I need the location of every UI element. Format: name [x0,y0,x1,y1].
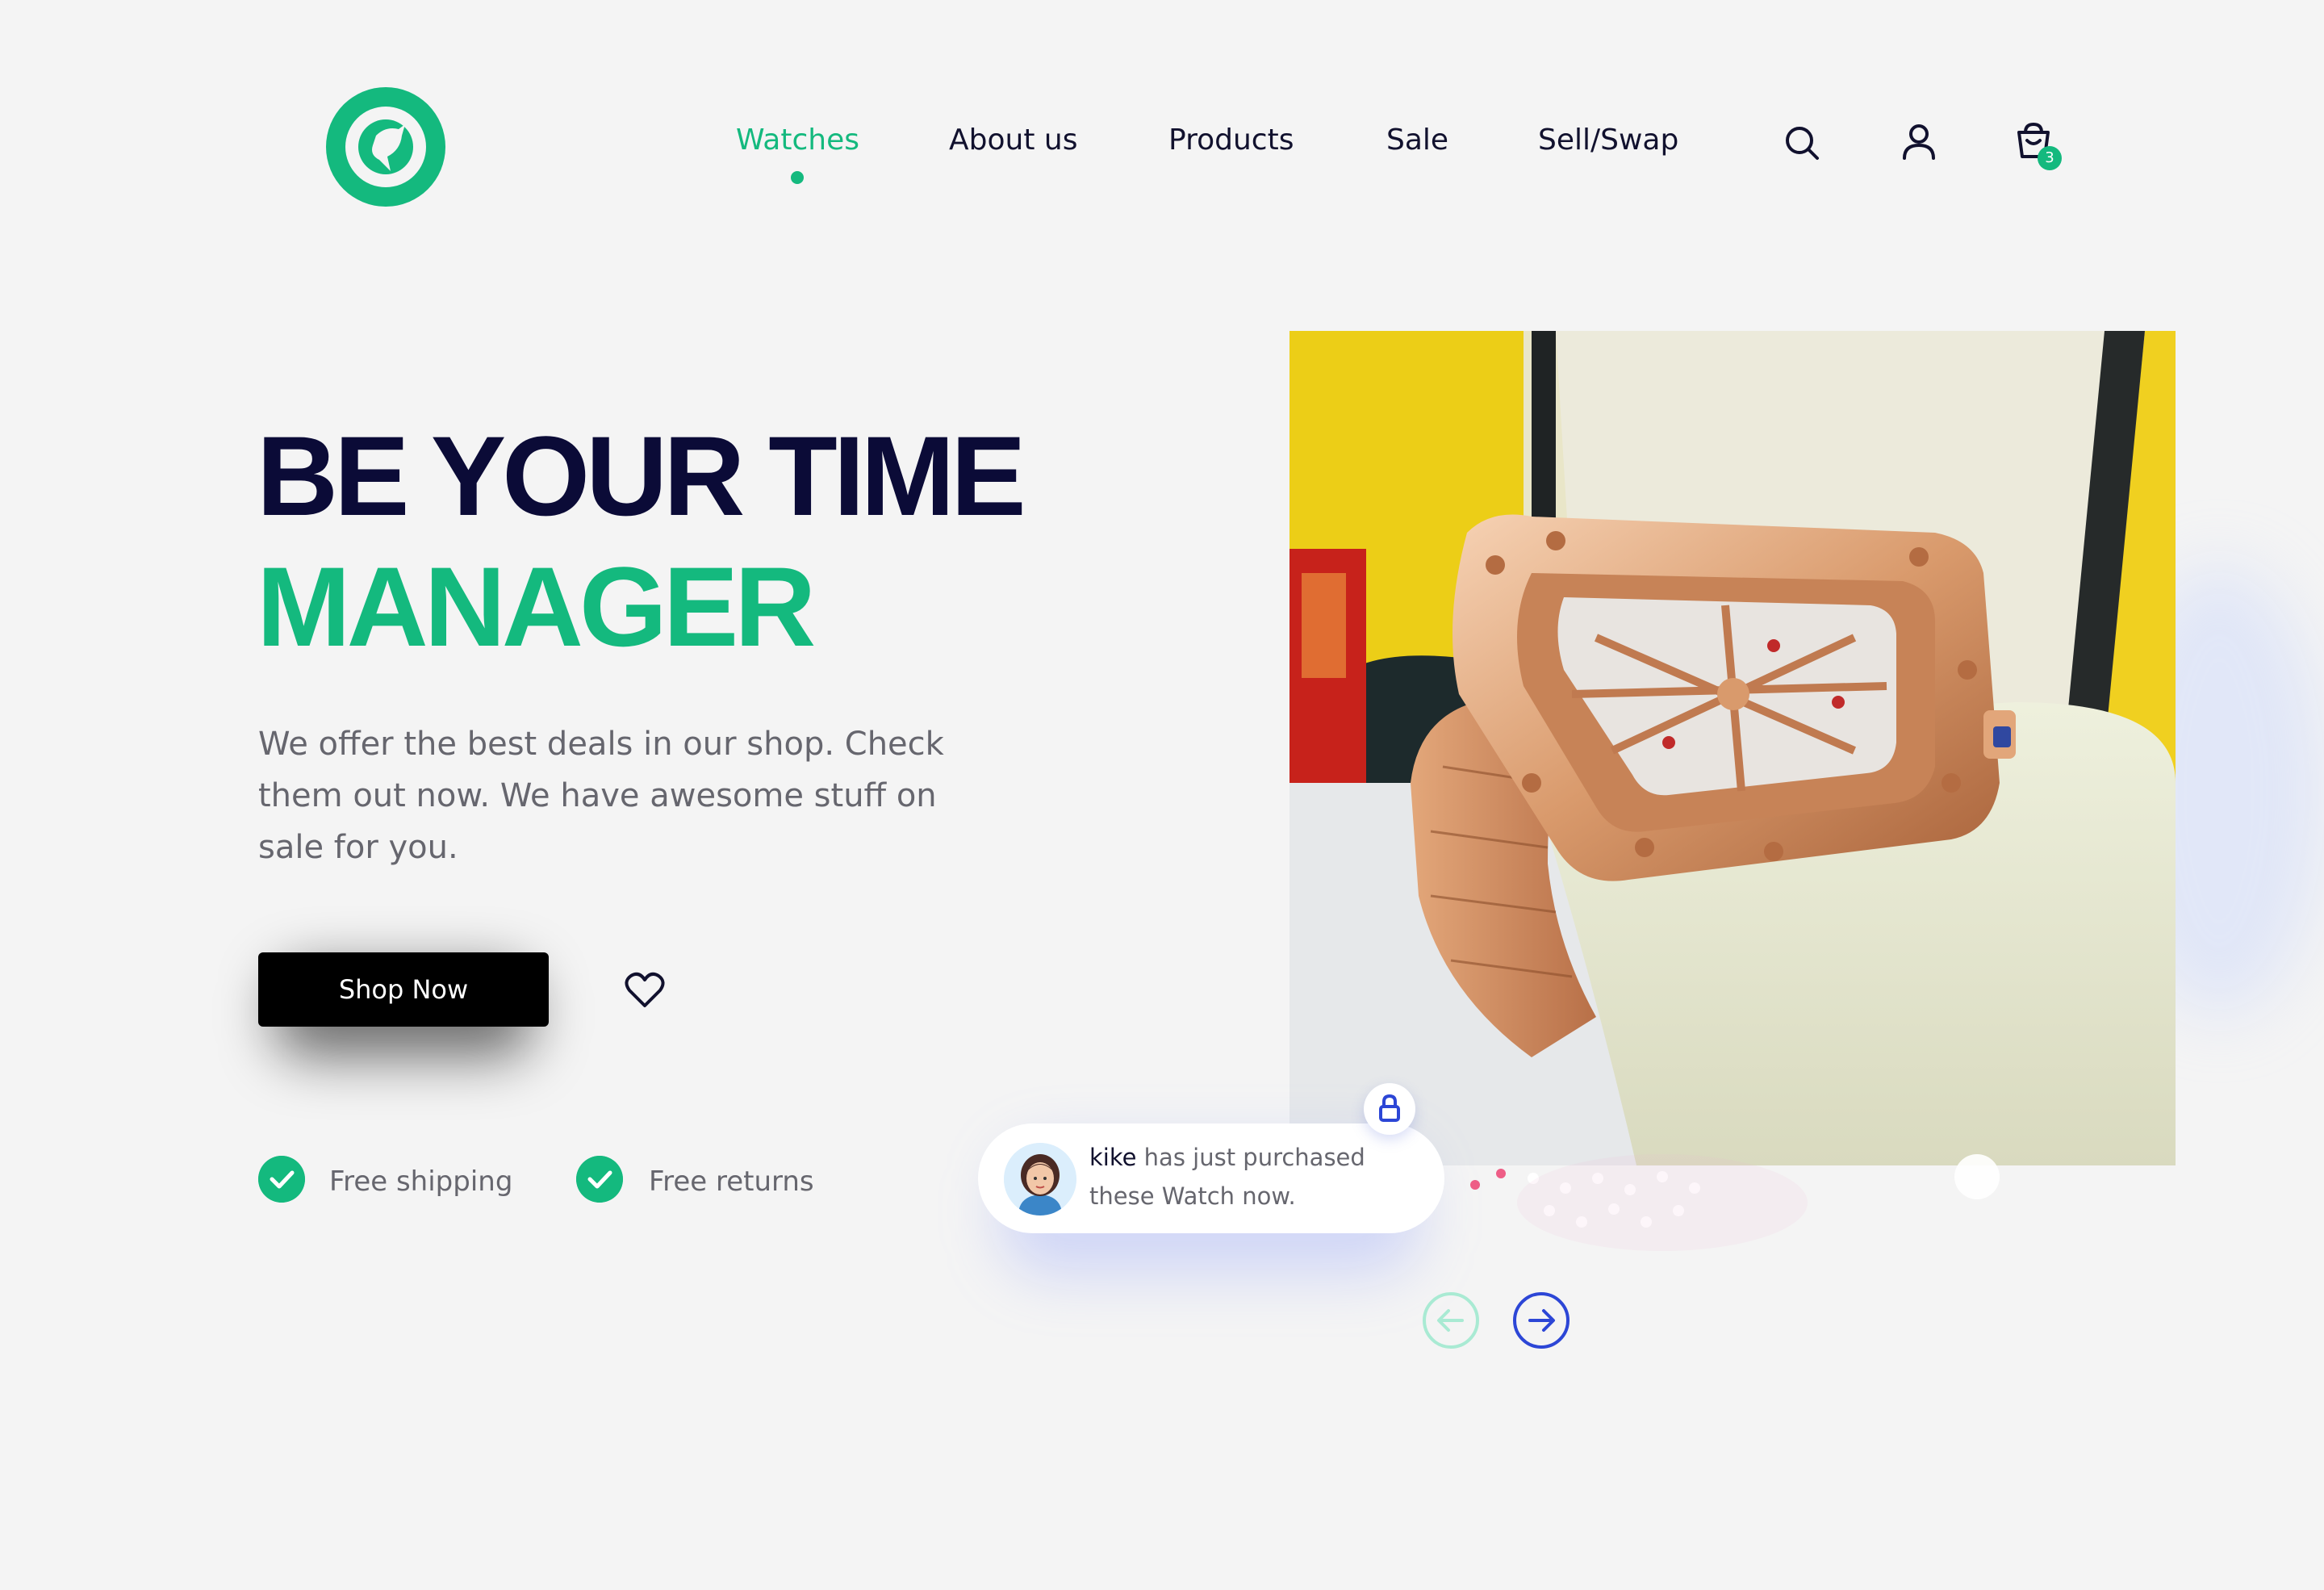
hero-watch-image [1289,331,2176,1165]
nav-watches[interactable]: Watches [736,123,859,158]
notification-username: kike [1089,1144,1137,1171]
nav-sell-swap[interactable]: Sell/Swap [1538,123,1678,158]
hero-headline-line2: MANAGER [257,543,816,670]
feature-free-shipping: Free shipping [329,1165,513,1198]
brand-logo[interactable] [326,87,445,207]
cart-count-badge: 3 [2038,146,2062,170]
check-icon [258,1156,305,1203]
search-icon[interactable] [1782,123,1824,165]
nav-about-us[interactable]: About us [949,123,1077,158]
check-icon [576,1156,623,1203]
hero-description: We offer the best deals in our shop. Che… [258,726,944,866]
nav-active-indicator [791,171,804,184]
lock-icon [1379,1094,1400,1122]
hero-headline-line1: BE YOUR TIME [257,412,1026,539]
prev-arrow-button[interactable] [1422,1291,1480,1349]
notification-message: has just purchased [1136,1144,1365,1171]
feature-free-returns: Free returns [649,1165,814,1198]
next-arrow-button[interactable] [1512,1291,1570,1349]
heart-icon[interactable] [625,972,665,1009]
decorative-dots [1470,1154,1808,1251]
nav-sale[interactable]: Sale [1386,123,1448,158]
notification-text: kike has just purchased these Watch now. [1089,1138,1365,1216]
lock-button[interactable] [1364,1083,1415,1135]
avatar [1004,1143,1076,1216]
notification-message-line2: these Watch now. [1089,1182,1296,1210]
shop-now-button[interactable]: Shop Now [258,952,549,1027]
decorative-circle [1954,1154,2000,1199]
user-icon[interactable] [1898,121,1940,163]
nav-products[interactable]: Products [1168,123,1294,158]
